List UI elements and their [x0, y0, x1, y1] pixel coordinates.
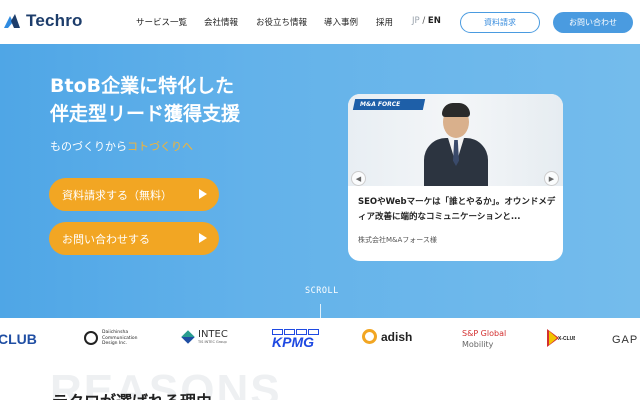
client-logo-strip: CLUB Daiichinsha Communication Design In…	[0, 318, 640, 360]
nav-item-services[interactable]: サービス一覧	[136, 16, 187, 28]
case-study-card[interactable]: M&A FORCE ◀ ▶ SEOやWebマーケは「誰とやるか」。オウンドメディ…	[348, 94, 563, 261]
reasons-heading: テクロが選ばれる理由	[52, 388, 212, 400]
logo-intec: INTEC TIS INTEC Group	[181, 329, 228, 345]
intec-mark-icon	[181, 330, 195, 344]
nav-item-resources[interactable]: お役立ち情報	[256, 16, 307, 28]
svg-text:X-CLUB: X-CLUB	[558, 336, 575, 342]
logo-daiichinsha: Daiichinsha Communication Design Inc.	[84, 330, 152, 347]
site-header: Techro サービス一覧 会社情報 お役立ち情報 導入事例 採用 JP / E…	[0, 0, 640, 44]
hero-subtitle-accent: コトづくりへ	[127, 140, 193, 153]
intec-subtext: TIS INTEC Group	[198, 340, 227, 344]
cta-contact-label: お問い合わせする	[62, 232, 150, 246]
logo-gap: GAP	[612, 334, 639, 346]
hero-subtitle-plain: ものづくりから	[50, 140, 127, 153]
nav-item-recruit[interactable]: 採用	[376, 16, 393, 28]
person-hair	[442, 103, 470, 117]
play-arrow-icon	[199, 189, 207, 199]
language-switch: JP / EN	[412, 16, 441, 26]
adish-text: adish	[381, 329, 413, 344]
logo-sp-global: S&P Global Mobility	[462, 328, 506, 350]
carousel-prev-button[interactable]: ◀	[351, 171, 366, 186]
sp-global-text: S&P Global	[462, 329, 507, 338]
lang-jp-link[interactable]: JP	[412, 16, 420, 26]
hero-section: BtoB企業に特化した 伴走型リード獲得支援 ものづくりからコトづくりへ 資料請…	[0, 44, 640, 318]
intec-text-block: INTEC TIS INTEC Group	[198, 329, 228, 345]
cta-doc-request-button[interactable]: 資料請求する（無料）	[49, 178, 219, 211]
nav-item-company[interactable]: 会社情報	[204, 16, 238, 28]
logo-kpmg: KPMG	[272, 329, 319, 349]
cta-doc-request-label: 資料請求する（無料）	[62, 188, 172, 202]
techro-logo[interactable]: Techro	[2, 11, 83, 31]
client-brand-badge: M&A FORCE	[352, 99, 426, 110]
case-study-company: 株式会社M&Aフォース様	[358, 236, 437, 244]
chevron-right-icon: ▶	[548, 174, 555, 183]
logo-club: CLUB	[0, 331, 37, 347]
daiichinsha-mark-icon	[84, 331, 98, 346]
lang-en-link[interactable]: EN	[428, 16, 441, 26]
hero-title-line2: 伴走型リード獲得支援	[50, 103, 241, 125]
lang-separator: /	[419, 16, 428, 26]
adish-ring-icon	[362, 329, 377, 344]
logo-mark-icon	[4, 14, 20, 28]
logo-text: Techro	[26, 11, 83, 30]
hero-title-line1: BtoB企業に特化した	[50, 75, 235, 97]
daiichinsha-text: Daiichinsha Communication Design Inc.	[102, 330, 138, 346]
nav-item-cases[interactable]: 導入事例	[324, 16, 358, 28]
contact-button[interactable]: お問い合わせ	[553, 12, 633, 33]
cta-contact-button[interactable]: お問い合わせする	[49, 222, 219, 255]
intec-text: INTEC	[198, 329, 228, 340]
sp-mobility-text: Mobility	[462, 340, 494, 349]
logo-x-club: X-CLUB	[547, 329, 575, 347]
kpmg-text: KPMG	[272, 334, 314, 350]
chevron-left-icon: ◀	[355, 174, 362, 183]
hero-title: BtoB企業に特化した 伴走型リード獲得支援	[50, 72, 240, 128]
hero-subtitle: ものづくりからコトづくりへ	[50, 138, 193, 154]
case-study-headline: SEOやWebマーケは「誰とやるか」。オウンドメディア改善に端的なコミュニケーシ…	[358, 197, 556, 222]
carousel-next-button[interactable]: ▶	[544, 171, 559, 186]
scroll-indicator-label: SCROLL	[305, 286, 339, 296]
doc-request-button[interactable]: 資料請求	[460, 12, 540, 33]
logo-adish: adish	[362, 329, 412, 344]
case-study-photo: M&A FORCE ◀ ▶	[348, 94, 563, 186]
client-brand-text: M&A FORCE	[360, 101, 401, 108]
scroll-indicator-line	[320, 304, 321, 318]
play-arrow-icon	[199, 233, 207, 243]
